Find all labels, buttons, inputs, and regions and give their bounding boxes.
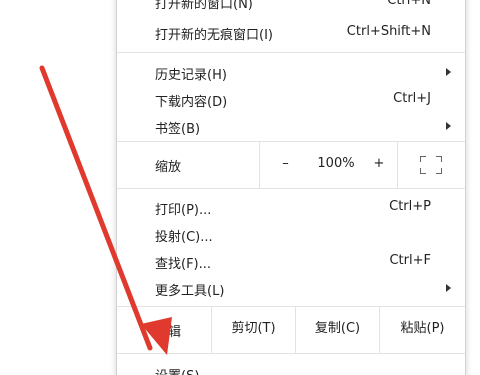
- menu-item-label: 打印(P)...: [155, 203, 212, 218]
- menu-item-settings[interactable]: 设置(S): [117, 360, 465, 375]
- menu-item-label: 历史记录(H): [155, 68, 227, 83]
- menu-item-downloads[interactable]: 下载内容(D) Ctrl+J: [117, 86, 465, 113]
- submenu-arrow-icon: [446, 122, 451, 130]
- browser-main-menu: 打开新的窗口(N) Ctrl+N 打开新的无痕窗口(I) Ctrl+Shift+…: [116, 0, 466, 375]
- menu-item-new-incognito-window[interactable]: 打开新的无痕窗口(I) Ctrl+Shift+N: [117, 19, 465, 46]
- cut-button[interactable]: 剪切(T): [211, 306, 295, 353]
- paste-button[interactable]: 粘贴(P): [379, 306, 465, 353]
- menu-item-print[interactable]: 打印(P)... Ctrl+P: [117, 194, 465, 221]
- menu-divider: [117, 353, 465, 354]
- menu-divider: [117, 188, 465, 189]
- page-background-right: [466, 0, 480, 375]
- menu-item-label: 投射(C)...: [155, 230, 213, 245]
- menu-item-shortcut: Ctrl+N: [387, 0, 431, 8]
- menu-item-label: 打开新的窗口(N): [155, 0, 253, 12]
- menu-item-shortcut: Ctrl+Shift+N: [346, 24, 431, 39]
- submenu-arrow-icon: [446, 284, 451, 292]
- menu-item-more-tools[interactable]: 更多工具(L): [117, 275, 465, 302]
- menu-item-find[interactable]: 查找(F)... Ctrl+F: [117, 248, 465, 275]
- edit-label: 编辑: [155, 325, 182, 340]
- menu-item-cast[interactable]: 投射(C)...: [117, 221, 465, 248]
- menu-item-bookmarks[interactable]: 书签(B): [117, 113, 465, 140]
- menu-item-label: 打开新的无痕窗口(I): [155, 28, 273, 43]
- menu-item-label: 查找(F)...: [155, 257, 212, 272]
- menu-item-shortcut: Ctrl+J: [393, 91, 431, 106]
- page-background-left: [0, 0, 116, 375]
- zoom-label: 缩放: [155, 160, 182, 175]
- copy-button[interactable]: 复制(C): [295, 306, 379, 353]
- fullscreen-icon: [420, 156, 426, 162]
- fullscreen-button[interactable]: [397, 141, 465, 188]
- zoom-controls: 缩放 – 100% +: [117, 141, 465, 188]
- menu-item-new-window[interactable]: 打开新的窗口(N) Ctrl+N: [117, 0, 465, 15]
- menu-item-history[interactable]: 历史记录(H): [117, 59, 465, 86]
- fullscreen-icon: [436, 168, 442, 174]
- menu-divider: [117, 52, 465, 53]
- zoom-out-button[interactable]: –: [259, 141, 311, 188]
- menu-item-shortcut: Ctrl+F: [389, 253, 431, 268]
- menu-item-shortcut: Ctrl+P: [389, 199, 431, 214]
- edit-controls: 编辑 剪切(T) 复制(C) 粘贴(P): [117, 306, 465, 353]
- menu-item-label: 书签(B): [155, 122, 201, 137]
- fullscreen-icon: [436, 156, 442, 162]
- menu-item-label: 下载内容(D): [155, 95, 228, 110]
- menu-item-label: 设置(S): [155, 365, 199, 375]
- fullscreen-icon: [420, 168, 426, 174]
- zoom-in-button[interactable]: +: [361, 141, 397, 188]
- submenu-arrow-icon: [446, 68, 451, 76]
- zoom-level-value: 100%: [317, 156, 355, 171]
- menu-item-label: 更多工具(L): [155, 284, 225, 299]
